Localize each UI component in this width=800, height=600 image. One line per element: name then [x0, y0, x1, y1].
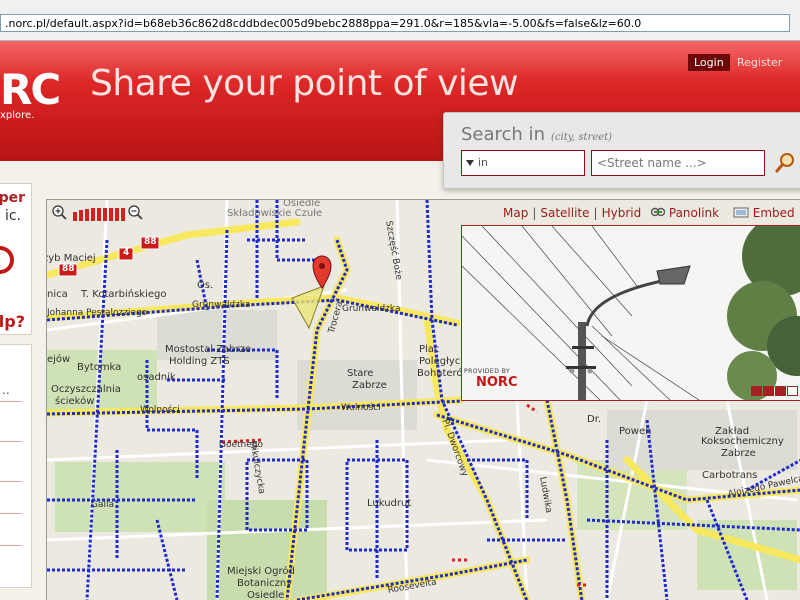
map-label: nica [47, 289, 68, 300]
map-type-satellite[interactable]: Satellite [540, 206, 589, 220]
register-link[interactable]: Register [737, 54, 782, 71]
map-label: Johanna Pestalozziego [47, 308, 148, 318]
zoom-control[interactable] [51, 204, 143, 222]
menu-divider [0, 481, 22, 482]
menu-card: .. [0, 344, 32, 588]
map-label: Osiedle [247, 590, 285, 600]
map-label: Galla [91, 500, 115, 510]
map-label: Koksochemiczny [701, 436, 784, 447]
search-title: Search in [461, 124, 545, 145]
promo-card[interactable]: pper ic. elp? [0, 183, 32, 335]
map-label: ścieków [55, 396, 95, 407]
map-label: Grunwaldzka [192, 300, 251, 310]
panolink-button[interactable]: Panolink [669, 206, 719, 220]
map-label: Oczyszczalnia [51, 384, 121, 395]
site-logo[interactable]: RC [0, 69, 61, 111]
dropdown-arrow-icon [466, 160, 474, 166]
url-field[interactable]: .norc.pl/default.aspx?id=b68eb36c862d8cd… [0, 14, 790, 32]
map-label: zyb Maciej [46, 253, 96, 264]
panolink-icon [650, 207, 666, 217]
city-select-value: in [478, 156, 489, 169]
map-label: Składowiskie Czułe [227, 208, 323, 219]
menu-item[interactable]: .. [2, 383, 10, 397]
map-label: Bytomka [77, 362, 122, 373]
promo-subtitle: ic. [4, 208, 21, 224]
photo-resize-button[interactable] [775, 386, 786, 396]
photo-minimize-button[interactable] [751, 386, 762, 396]
map-view[interactable]: 88 4 88 zyb Maciej nica T. Kotarbińskieg… [46, 199, 800, 600]
help-link[interactable]: elp? [0, 312, 25, 331]
menu-divider [0, 513, 22, 514]
map-type-hybrid[interactable]: Hybrid [602, 206, 642, 220]
map-label: Wolności [341, 403, 381, 413]
menu-divider [0, 401, 22, 402]
photo-window-controls [751, 386, 799, 398]
map-label: Grunwaldzka [342, 304, 401, 314]
map-label: T. Kotarbińskiego [81, 289, 167, 300]
map-label: Lukudrut [367, 498, 412, 509]
zoom-level-bar[interactable] [73, 208, 125, 221]
map-label: Stare [347, 368, 374, 379]
map-label: Powen [619, 426, 652, 437]
map-label: Dr. [587, 414, 602, 425]
photo-restore-button[interactable] [763, 386, 774, 396]
map-label: Holding ZTS [169, 356, 230, 367]
ribbon-icon [0, 246, 14, 274]
map-label: Miejski Ogród [227, 566, 295, 577]
site-tagline: Share your point of view [90, 63, 519, 104]
embed-button[interactable]: Embed [753, 206, 795, 220]
photo-maximize-button[interactable] [787, 386, 798, 396]
road-badge-label: 88 [144, 237, 157, 247]
road-badge-label: 4 [123, 248, 130, 258]
map-label: Mostostal Zabrze [165, 344, 252, 355]
map-type-controls: Map | Satellite | Hybrid Panolink Embed [503, 206, 795, 220]
map-label: Wolności [140, 405, 180, 415]
zoom-out-icon[interactable] [128, 205, 143, 220]
map-label: Zabrze [352, 380, 387, 391]
menu-divider [0, 441, 22, 442]
search-icon[interactable] [774, 152, 796, 174]
road-badge-label: 88 [62, 264, 75, 274]
search-panel: Search in (city, street) in [443, 112, 800, 189]
norc-watermark: NORC [476, 375, 518, 390]
browser-address-bar: .norc.pl/default.aspx?id=b68eb36c862d8cd… [0, 0, 800, 41]
menu-divider [0, 545, 22, 546]
city-select[interactable]: in [461, 150, 585, 176]
photo-provider-caption: PROVIDED BY [464, 368, 511, 375]
logo-subtitle: xplore. [0, 110, 35, 121]
zoom-in-icon[interactable] [52, 205, 67, 220]
panorama-preview[interactable]: PROVIDED BY NORC [461, 225, 800, 401]
map-label: Botaniczny [237, 578, 293, 589]
location-pin-icon[interactable] [312, 255, 332, 289]
map-label: Carbotrans [702, 470, 758, 481]
login-button[interactable]: Login [688, 54, 730, 71]
embed-icon [733, 207, 749, 218]
map-label: Zabrze [721, 448, 756, 459]
promo-title: pper [0, 190, 25, 206]
street-input[interactable] [591, 150, 765, 176]
map-label: Os. [197, 280, 214, 291]
map-type-map[interactable]: Map [503, 206, 528, 220]
map-label: osadnik [137, 372, 176, 383]
map-label: Plac [419, 344, 440, 355]
map-label: ejów [47, 354, 71, 365]
search-hint: (city, street) [551, 132, 613, 143]
map-label: Poległych [419, 356, 467, 367]
